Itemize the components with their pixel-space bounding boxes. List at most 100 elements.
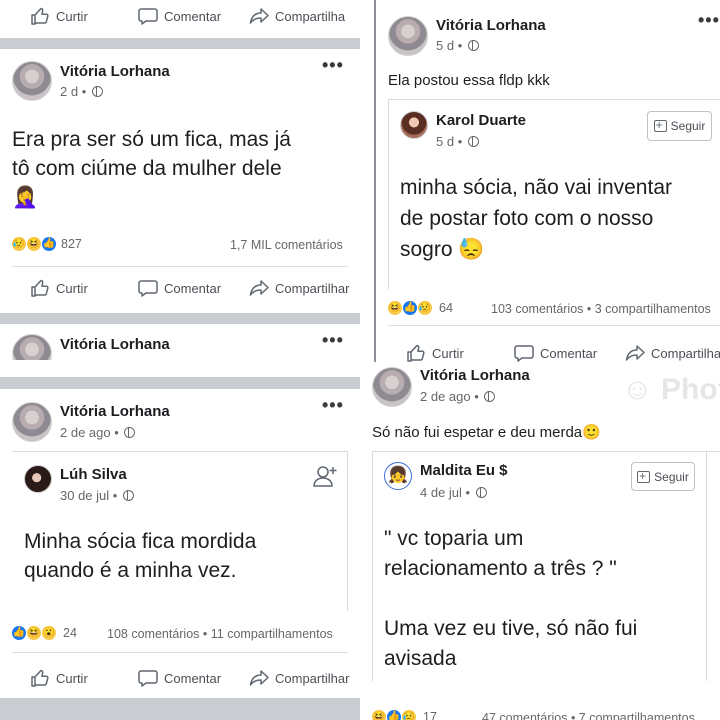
follow-label: Seguir bbox=[670, 119, 706, 133]
reactions-count: 64 bbox=[439, 301, 453, 315]
share-button[interactable]: Compartilhar bbox=[249, 669, 349, 687]
more-icon[interactable]: ••• bbox=[698, 10, 720, 31]
like-button[interactable]: Curtir bbox=[30, 7, 88, 25]
post-card: Vitória Lorhana 2 de ago • ☺ Phot Só não… bbox=[360, 365, 720, 720]
reactions-summary[interactable]: 😆 👍 😥 17 bbox=[372, 710, 437, 720]
share-button[interactable]: Compartilha bbox=[625, 344, 720, 362]
separator bbox=[0, 38, 360, 49]
shared-author[interactable]: Karol Duarte bbox=[436, 112, 526, 129]
shared-post-border bbox=[372, 451, 373, 681]
post-author[interactable]: Vitória Lorhana bbox=[60, 403, 170, 420]
share-button[interactable]: Compartilhar bbox=[249, 279, 349, 297]
shared-post-border bbox=[347, 451, 348, 611]
shared-time-text: 30 de jul bbox=[60, 488, 110, 503]
photo-watermark: ☺ Phot bbox=[622, 373, 720, 407]
globe-icon bbox=[475, 487, 487, 498]
post-text: minha sócia, não vai inventar de postar … bbox=[400, 172, 720, 265]
reactions-summary[interactable]: 😆 👍 😥 64 bbox=[388, 301, 453, 315]
shared-author[interactable]: Lúh Silva bbox=[60, 466, 127, 483]
avatar[interactable] bbox=[400, 111, 428, 139]
avatar[interactable]: 👧 bbox=[384, 462, 412, 490]
add-friend-icon[interactable] bbox=[313, 464, 339, 488]
post-author[interactable]: Vitória Lorhana bbox=[420, 367, 530, 384]
avatar-icon: 👧 bbox=[388, 467, 408, 484]
follow-button[interactable]: Seguir bbox=[631, 462, 695, 491]
like-button[interactable]: Curtir bbox=[30, 669, 88, 687]
post-time: 2 de ago • bbox=[60, 425, 136, 440]
comment-button[interactable]: Comentar bbox=[138, 669, 221, 687]
comment-icon bbox=[138, 7, 158, 25]
comment-button[interactable]: Comentar bbox=[138, 279, 221, 297]
shared-time-text: 4 de jul bbox=[420, 485, 462, 500]
post-time: 5 d • bbox=[436, 38, 479, 53]
haha-reaction-icon: 😆 bbox=[372, 710, 386, 720]
post-author[interactable]: Vitória Lorhana bbox=[60, 336, 170, 353]
comment-label: Comentar bbox=[164, 8, 222, 24]
like-reaction-icon: 👍 bbox=[12, 626, 26, 640]
shares-count-text: 7 compartilhamentos bbox=[578, 711, 695, 720]
reactions-summary[interactable]: 👍 😆 😮 24 bbox=[12, 626, 77, 640]
post-text: Era pra ser só um fica, mas já tô com ci… bbox=[12, 125, 352, 212]
shared-time-text: 5 d bbox=[436, 134, 455, 149]
watermark-text: Phot bbox=[660, 373, 720, 406]
shared-time: 5 d • bbox=[436, 134, 479, 149]
post-time-text: 5 d bbox=[436, 38, 455, 53]
shared-post-border bbox=[372, 451, 720, 452]
like-icon bbox=[30, 669, 50, 687]
avatar[interactable] bbox=[388, 16, 428, 56]
globe-icon bbox=[467, 40, 479, 51]
comments-count[interactable]: 47 comentários • 7 compartilhamentos bbox=[482, 711, 695, 720]
comments-count-text: 103 comentários bbox=[491, 302, 584, 316]
more-icon[interactable]: ••• bbox=[322, 330, 344, 351]
shares-count-text: 3 compartilhamentos bbox=[594, 302, 711, 316]
left-top-strip: Curtir Comentar Compartilha bbox=[0, 0, 360, 38]
follow-label: Seguir bbox=[654, 469, 689, 484]
like-reaction-icon: 👍 bbox=[387, 710, 401, 720]
post-text-line: relacionamento a três ? " bbox=[384, 557, 617, 580]
share-label: Compartilhar bbox=[275, 670, 350, 686]
partial-gap bbox=[0, 360, 360, 377]
post-time-text: 2 de ago bbox=[420, 389, 471, 404]
comment-button[interactable]: Comentar bbox=[138, 7, 221, 25]
follow-icon bbox=[653, 118, 667, 132]
shared-author[interactable]: Maldita Eu $ bbox=[420, 462, 508, 479]
like-button[interactable]: Curtir bbox=[30, 279, 88, 297]
comments-count[interactable]: 1,7 MIL comentários bbox=[230, 238, 343, 252]
reactions-summary[interactable]: 😥 😆 👍 827 bbox=[12, 237, 82, 251]
globe-icon bbox=[91, 86, 103, 97]
separator bbox=[0, 698, 360, 720]
post-text-line: avisada bbox=[384, 647, 457, 670]
post-author[interactable]: Vitória Lorhana bbox=[436, 17, 546, 34]
comments-count[interactable]: 103 comentários • 3 compartilhamentos bbox=[491, 302, 711, 316]
comments-count-text: 108 comentários bbox=[107, 627, 200, 641]
avatar[interactable] bbox=[12, 334, 52, 360]
avatar[interactable] bbox=[372, 367, 412, 407]
comments-count[interactable]: 108 comentários • 11 compartilhamentos bbox=[107, 627, 333, 641]
like-label: Curtir bbox=[56, 8, 88, 24]
haha-reaction-icon: 😆 bbox=[27, 626, 41, 640]
post-author[interactable]: Vitória Lorhana bbox=[60, 63, 170, 80]
shared-post-border bbox=[12, 451, 348, 452]
comment-icon bbox=[138, 279, 158, 297]
follow-button[interactable]: Seguir bbox=[647, 111, 712, 141]
post-card: Vitória Lorhana 5 d • ••• Ela postou ess… bbox=[376, 0, 720, 365]
post-text: " vc toparia um relacionamento a três ? … bbox=[384, 524, 704, 674]
more-icon[interactable]: ••• bbox=[322, 55, 344, 76]
comment-button[interactable]: Comentar bbox=[514, 344, 597, 362]
post-time-text: 2 de ago bbox=[60, 425, 111, 440]
share-icon bbox=[249, 279, 269, 297]
haha-reaction-icon: 😆 bbox=[388, 301, 402, 315]
avatar[interactable] bbox=[24, 465, 52, 493]
like-icon bbox=[30, 7, 50, 25]
avatar[interactable] bbox=[12, 61, 52, 101]
share-label: Compartilha bbox=[651, 345, 720, 361]
post-card: Vitória Lorhana 2 d • ••• Era pra ser só… bbox=[0, 49, 360, 313]
more-icon[interactable]: ••• bbox=[322, 395, 344, 416]
post-card-partial: Vitória Lorhana ••• bbox=[0, 324, 360, 360]
avatar[interactable] bbox=[12, 402, 52, 442]
like-button[interactable]: Curtir bbox=[406, 344, 464, 362]
shares-count-text: 11 compartilhamentos bbox=[210, 627, 333, 641]
separator bbox=[0, 377, 360, 389]
share-button[interactable]: Compartilha bbox=[249, 7, 345, 25]
like-label: Curtir bbox=[432, 345, 464, 361]
